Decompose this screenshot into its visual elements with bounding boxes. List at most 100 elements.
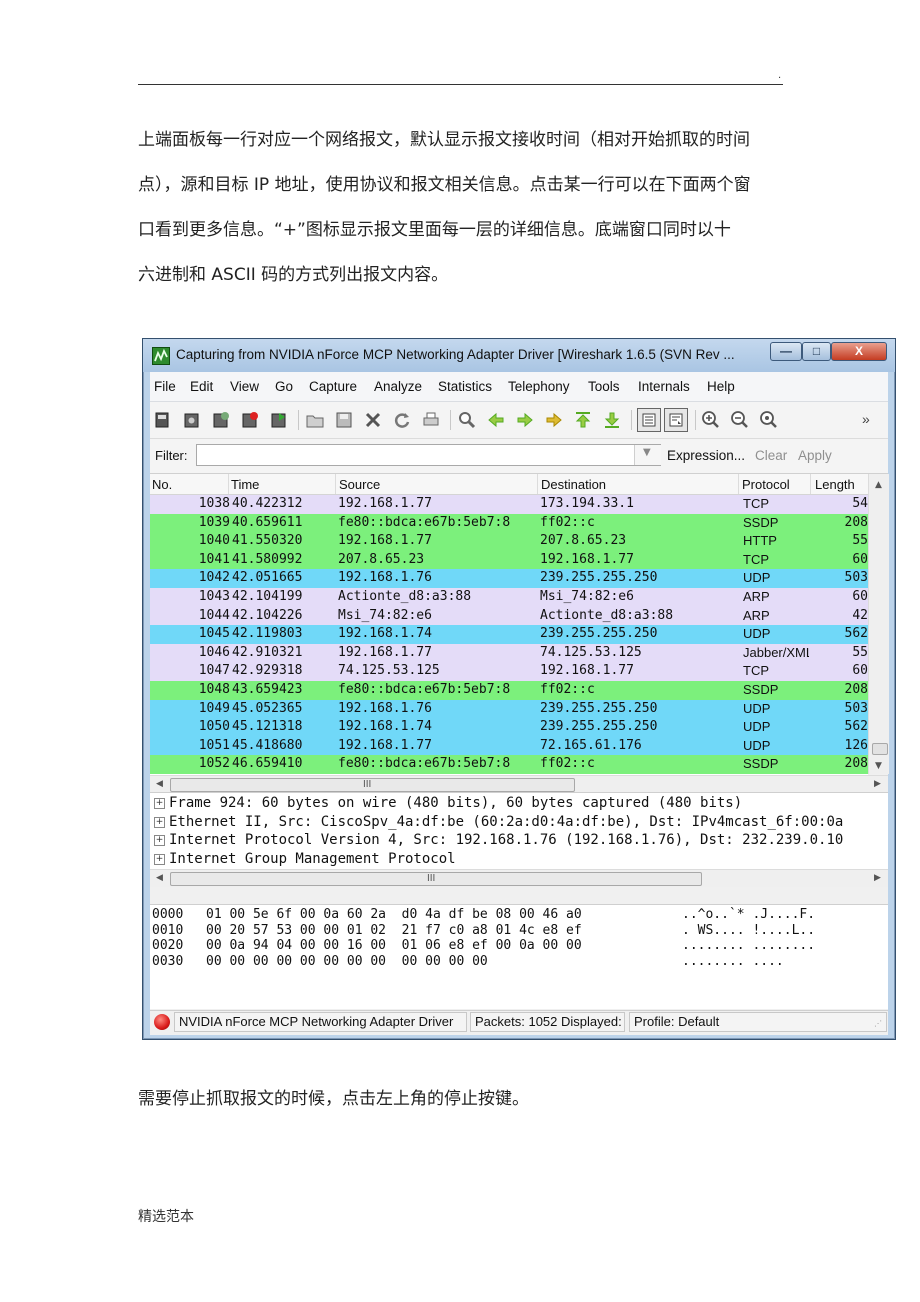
- scroll-up-icon[interactable]: ▲: [875, 480, 882, 490]
- zoom-out-icon[interactable]: [730, 410, 750, 430]
- col-length[interactable]: Length: [815, 477, 855, 492]
- reload-icon[interactable]: [392, 410, 412, 430]
- packet-row[interactable]: 1050 45.121318 192.168.1.74 239.255.255.250…: [150, 718, 868, 737]
- status-profile[interactable]: Profile: Default: [629, 1012, 887, 1032]
- packet-len: 60: [852, 589, 868, 604]
- packet-proto: UDP: [743, 700, 771, 716]
- hex-row[interactable]: 0010 00 20 57 53 00 00 01 02 21 f7 c0 a8 …: [150, 923, 888, 939]
- menu-edit[interactable]: Edit: [190, 379, 213, 394]
- menu-telephony[interactable]: Telephony: [508, 379, 570, 394]
- open-file-icon[interactable]: [305, 410, 325, 430]
- scroll-thumb[interactable]: [872, 743, 888, 755]
- filter-input[interactable]: [196, 444, 661, 466]
- packet-row[interactable]: 1041 41.580992 207.8.65.23 192.168.1.77 TCP 6…: [150, 550, 868, 570]
- col-separator: [810, 474, 811, 494]
- expand-icon[interactable]: +: [154, 798, 165, 809]
- packet-row[interactable]: 1039 40.659611 fe80::bdca:e67b:5eb7:8 ff02:…: [150, 513, 868, 533]
- packet-dst: 74.125.53.125: [540, 644, 642, 660]
- scroll-right-icon[interactable]: ▶: [874, 873, 881, 883]
- detail-row[interactable]: + Internet Group Management Protocol: [150, 850, 888, 869]
- packet-src: 192.168.1.74: [338, 626, 432, 642]
- packet-row[interactable]: 1046 42.910321 192.168.1.77 74.125.53.125 Ja…: [150, 643, 868, 663]
- apply-button[interactable]: Apply: [798, 448, 832, 463]
- go-forward-icon[interactable]: [515, 410, 535, 430]
- packet-list-vscroll[interactable]: ▲ ▼: [868, 474, 889, 774]
- toolbar-overflow-icon[interactable]: »: [862, 411, 870, 427]
- menu-view[interactable]: View: [230, 379, 259, 394]
- minimize-button[interactable]: —: [770, 342, 802, 361]
- clear-button[interactable]: Clear: [755, 448, 787, 463]
- hscroll-thumb[interactable]: III: [170, 872, 702, 886]
- menu-file[interactable]: File: [154, 379, 176, 394]
- packet-row[interactable]: 1038 40.422312 192.168.1.77 173.194.33.1 TCP…: [150, 495, 868, 514]
- packet-row[interactable]: 1040 41.550320 192.168.1.77 207.8.65.23 HTTP…: [150, 532, 868, 551]
- col-protocol[interactable]: Protocol: [742, 477, 790, 492]
- packet-proto: UDP: [743, 570, 771, 586]
- capture-options-icon[interactable]: [182, 410, 202, 430]
- find-packet-icon[interactable]: [457, 410, 477, 430]
- details-hscroll[interactable]: ◀ III ▶: [150, 869, 888, 887]
- menu-internals[interactable]: Internals: [638, 379, 690, 394]
- menu-statistics[interactable]: Statistics: [438, 379, 492, 394]
- menu-go[interactable]: Go: [275, 379, 293, 394]
- status-interface: NVIDIA nForce MCP Networking Adapter Dri…: [174, 1012, 467, 1032]
- scroll-right-icon[interactable]: ▶: [874, 779, 881, 789]
- go-first-packet-icon[interactable]: [573, 410, 593, 430]
- scroll-left-icon[interactable]: ◀: [156, 873, 163, 883]
- detail-row[interactable]: + Frame 924: 60 bytes on wire (480 bits),…: [150, 794, 888, 813]
- menu-analyze[interactable]: Analyze: [374, 379, 422, 394]
- zoom-in-icon[interactable]: [701, 410, 721, 430]
- title-bar[interactable]: Capturing from NVIDIA nForce MCP Network…: [143, 339, 895, 372]
- resize-grip-icon[interactable]: ⋰: [874, 1019, 882, 1028]
- scroll-down-icon[interactable]: ▼: [875, 761, 882, 771]
- zoom-normal-icon[interactable]: [759, 410, 779, 430]
- auto-scroll-icon[interactable]: [664, 408, 688, 432]
- packet-row[interactable]: 1044 42.104226 Msi_74:82:e6 Actionte_d8:a3:…: [150, 606, 868, 626]
- start-capture-icon[interactable]: [211, 410, 231, 430]
- menu-capture[interactable]: Capture: [309, 379, 357, 394]
- maximize-button[interactable]: □: [802, 342, 831, 361]
- col-time[interactable]: Time: [231, 477, 259, 492]
- packet-row[interactable]: 1051 45.418680 192.168.1.77 72.165.61.176 UD…: [150, 736, 868, 756]
- close-file-icon[interactable]: [363, 410, 383, 430]
- interfaces-icon[interactable]: [153, 410, 173, 430]
- capture-status-icon[interactable]: [154, 1014, 170, 1030]
- print-icon[interactable]: [421, 410, 441, 430]
- save-file-icon[interactable]: [334, 410, 354, 430]
- scroll-left-icon[interactable]: ◀: [156, 779, 163, 789]
- menu-tools[interactable]: Tools: [588, 379, 620, 394]
- packet-len: 208: [844, 514, 868, 530]
- close-button[interactable]: X: [831, 342, 887, 361]
- hex-row[interactable]: 0030 00 00 00 00 00 00 00 00 00 00 00 00.…: [150, 954, 888, 970]
- detail-row[interactable]: + Internet Protocol Version 4, Src: 192.1…: [150, 831, 888, 850]
- expand-icon[interactable]: +: [154, 835, 165, 847]
- hex-row[interactable]: 0020 00 0a 94 04 00 00 16 00 01 06 e8 ef …: [150, 938, 888, 954]
- packet-row[interactable]: 1045 42.119803 192.168.1.74 239.255.255.250…: [150, 625, 868, 644]
- col-source[interactable]: Source: [339, 477, 380, 492]
- menu-help[interactable]: Help: [707, 379, 735, 394]
- expand-icon[interactable]: +: [154, 853, 165, 865]
- go-back-icon[interactable]: [486, 410, 506, 430]
- packet-len: 55: [852, 533, 868, 549]
- expression-button[interactable]: Expression...: [667, 448, 745, 463]
- col-no[interactable]: No.: [152, 477, 172, 492]
- col-destination[interactable]: Destination: [541, 477, 606, 492]
- filter-dropdown[interactable]: ▼: [634, 445, 661, 465]
- packet-row[interactable]: 1042 42.051665 192.168.1.76 239.255.255.250…: [150, 569, 868, 588]
- packet-row[interactable]: 1043 42.104199 Actionte_d8:a3:88 Msi_74:82:…: [150, 588, 868, 607]
- go-last-packet-icon[interactable]: [602, 410, 622, 430]
- detail-row[interactable]: + Ethernet II, Src: CiscoSpv_4a:df:be (60…: [150, 813, 888, 832]
- packet-list-hscroll[interactable]: ◀ III ▶: [150, 775, 888, 793]
- hex-row[interactable]: 0000 01 00 5e 6f 00 0a 60 2a d0 4a df be …: [150, 907, 888, 923]
- stop-capture-icon[interactable]: [240, 410, 260, 430]
- go-to-packet-icon[interactable]: [544, 410, 564, 430]
- colorize-icon[interactable]: [637, 408, 661, 432]
- packet-dst: 72.165.61.176: [540, 737, 642, 753]
- restart-capture-icon[interactable]: [269, 410, 289, 430]
- packet-row[interactable]: 1048 43.659423 fe80::bdca:e67b:5eb7:8 ff02:…: [150, 681, 868, 700]
- hscroll-thumb[interactable]: III: [170, 778, 575, 792]
- packet-row[interactable]: 1049 45.052365 192.168.1.76 239.255.255.250…: [150, 699, 868, 719]
- packet-row[interactable]: 1047 42.929318 74.125.53.125 192.168.1.77 TC…: [150, 662, 868, 681]
- expand-icon[interactable]: +: [154, 816, 165, 828]
- packet-row[interactable]: 1052 46.659410 fe80::bdca:e67b:5eb7:8 ff02:…: [150, 755, 868, 774]
